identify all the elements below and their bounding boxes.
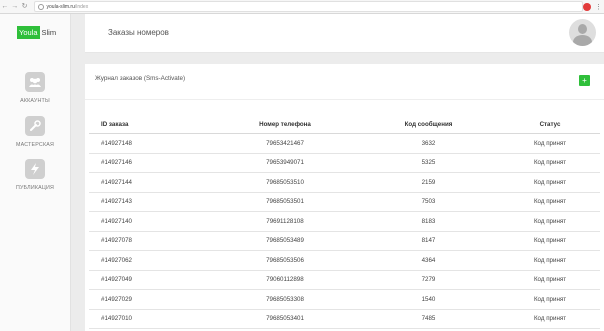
- sidebar-item-label: ПУБЛИКАЦИЯ: [15, 185, 55, 191]
- table-row[interactable]: #14927144 79685053510 2159 Код принят: [89, 172, 600, 193]
- order-id: #14927049: [89, 270, 213, 290]
- phone-number: 79685053401: [213, 309, 357, 329]
- url-host: youla-slim.ru: [46, 3, 75, 10]
- table-row[interactable]: #14927146 79653949071 5325 Код принят: [89, 153, 600, 173]
- phone-number: 79685053308: [213, 289, 357, 310]
- order-id: #14927010: [89, 309, 213, 329]
- sidebar-item-accounts[interactable]: АККАУНТЫ: [0, 72, 70, 104]
- sms-code: 8183: [357, 211, 500, 232]
- sidebar-item-label: МАСТЕРСКАЯ: [16, 142, 54, 148]
- table-row[interactable]: #14927049 79060112898 7279 Код принят: [89, 270, 600, 290]
- browser-menu-icon[interactable]: ⋮: [595, 3, 602, 11]
- orders-table: ID заказа Номер телефона Код сообщения С…: [89, 115, 600, 329]
- panel-title: Журнал заказов (Sms-Activate): [95, 75, 186, 82]
- back-icon[interactable]: ←: [0, 0, 10, 13]
- avatar-head: [578, 24, 587, 34]
- table-row[interactable]: #14927148 79653421467 3632 Код принят: [89, 133, 600, 154]
- sidebar-item-label: АККАУНТЫ: [20, 98, 50, 104]
- phone-number: 79685053489: [213, 231, 357, 251]
- orders-panel: Журнал заказов (Sms-Activate) + ID заказ…: [85, 64, 604, 331]
- divider: [85, 99, 604, 100]
- table-row[interactable]: #14927062 79685053506 4364 Код принят: [89, 250, 600, 271]
- sms-code: 7279: [357, 270, 500, 290]
- order-id: #14927062: [89, 250, 213, 271]
- table-header-row: ID заказа Номер телефона Код сообщения С…: [89, 115, 600, 134]
- table-row[interactable]: #14927078 79685053489 8147 Код принят: [89, 231, 600, 251]
- order-id: #14927029: [89, 289, 213, 310]
- order-id: #14927140: [89, 211, 213, 232]
- logo-part2: Slim: [41, 28, 57, 37]
- bolt-icon: [25, 159, 45, 179]
- phone-number: 79653949071: [213, 153, 357, 173]
- sms-code: 7503: [357, 192, 500, 212]
- status: Код принят: [500, 270, 600, 290]
- reload-icon[interactable]: ↻: [20, 0, 30, 13]
- column-header-code[interactable]: Код сообщения: [357, 115, 500, 134]
- table-row[interactable]: #14927140 79691128108 8183 Код принят: [89, 211, 600, 232]
- order-id: #14927078: [89, 231, 213, 251]
- phone-number: 79060112898: [213, 270, 357, 290]
- table-row[interactable]: #14927143 79685053501 7503 Код принят: [89, 192, 600, 212]
- column-header-order-id[interactable]: ID заказа: [89, 115, 213, 134]
- avatar[interactable]: [569, 19, 596, 46]
- status: Код принят: [500, 309, 600, 329]
- logo[interactable]: Youla Slim: [17, 26, 58, 39]
- table-row[interactable]: #14927010 79685053401 7485 Код принят: [89, 309, 600, 329]
- page-header: Заказы номеров: [85, 14, 604, 53]
- phone-number: 79685053510: [213, 172, 357, 193]
- logo-part1: Youla: [17, 26, 40, 39]
- status: Код принят: [500, 133, 600, 154]
- column-header-phone[interactable]: Номер телефона: [213, 115, 357, 134]
- status: Код принят: [500, 192, 600, 212]
- sms-code: 7485: [357, 309, 500, 329]
- status: Код принят: [500, 231, 600, 251]
- phone-number: 79691128108: [213, 211, 357, 232]
- forward-icon[interactable]: →: [10, 0, 20, 13]
- sms-code: 5325: [357, 153, 500, 173]
- sidebar-item-publication[interactable]: ПУБЛИКАЦИЯ: [0, 159, 70, 191]
- sidebar: Youla Slim АККАУНТЫ МАСТЕРСКАЯ ПУБЛИКАЦИ…: [0, 14, 71, 331]
- url-path: /index: [74, 3, 89, 10]
- phone-number: 79685053501: [213, 192, 357, 212]
- add-order-button[interactable]: +: [579, 75, 590, 86]
- avatar-body: [573, 35, 592, 46]
- status: Код принят: [500, 289, 600, 310]
- status: Код принят: [500, 250, 600, 271]
- sms-code: 1540: [357, 289, 500, 310]
- address-bar[interactable]: youla-slim.ru /index: [33, 1, 584, 12]
- order-id: #14927144: [89, 172, 213, 193]
- status: Код принят: [500, 153, 600, 173]
- column-header-status[interactable]: Статус: [500, 115, 600, 134]
- wrench-icon: [25, 116, 45, 136]
- sms-code: 2159: [357, 172, 500, 193]
- browser-toolbar: ← → ↻ youla-slim.ru /index ⋮: [0, 0, 604, 14]
- sms-code: 8147: [357, 231, 500, 251]
- order-id: #14927146: [89, 153, 213, 173]
- users-icon: [25, 72, 45, 92]
- status: Код принят: [500, 172, 600, 193]
- extension-icon[interactable]: [583, 2, 591, 11]
- table-row[interactable]: #14927029 79685053308 1540 Код принят: [89, 289, 600, 310]
- sms-code: 4364: [357, 250, 500, 271]
- order-id: #14927148: [89, 133, 213, 154]
- phone-number: 79653421467: [213, 133, 357, 154]
- phone-number: 79685053506: [213, 250, 357, 271]
- info-icon[interactable]: [37, 3, 44, 10]
- order-id: #14927143: [89, 192, 213, 212]
- sidebar-item-workshop[interactable]: МАСТЕРСКАЯ: [0, 116, 70, 148]
- sms-code: 3632: [357, 133, 500, 154]
- page-title: Заказы номеров: [108, 28, 169, 37]
- status: Код принят: [500, 211, 600, 232]
